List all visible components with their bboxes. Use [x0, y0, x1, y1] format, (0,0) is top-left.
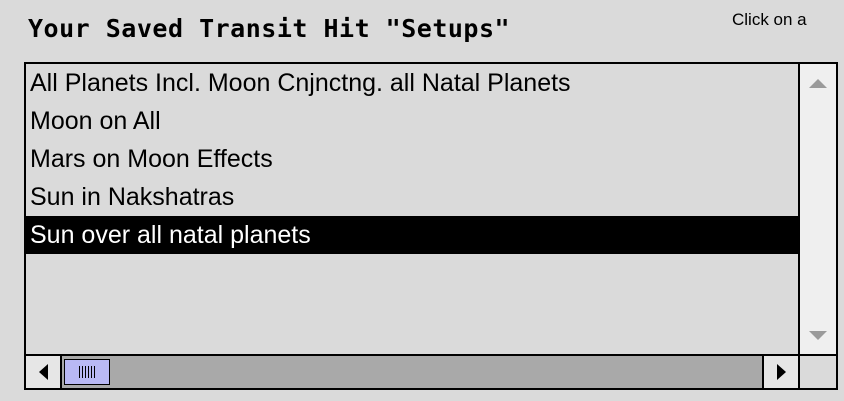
page-title: Your Saved Transit Hit "Setups" [28, 14, 511, 43]
scroll-down-button[interactable] [800, 316, 836, 354]
list-item[interactable]: Moon on All [26, 102, 798, 140]
grip-icon [79, 366, 95, 378]
setups-listbox[interactable]: All Planets Incl. Moon Cnjnctng. all Nat… [24, 62, 838, 390]
list-item[interactable]: Mars on Moon Effects [26, 140, 798, 178]
scroll-up-button[interactable] [800, 64, 836, 102]
list-item-selected[interactable]: Sun over all natal planets [26, 216, 798, 254]
scroll-left-button[interactable] [26, 356, 62, 388]
triangle-left-icon [38, 364, 48, 380]
setups-list[interactable]: All Planets Incl. Moon Cnjnctng. all Nat… [26, 64, 798, 354]
list-item[interactable]: All Planets Incl. Moon Cnjnctng. all Nat… [26, 64, 798, 102]
instruction-text: Click on a [732, 10, 807, 29]
triangle-up-icon [809, 78, 827, 88]
triangle-right-icon [776, 364, 786, 380]
horizontal-scrollbar[interactable] [26, 354, 798, 388]
vertical-scrollbar[interactable] [798, 64, 836, 354]
list-item[interactable]: Sun in Nakshatras [26, 178, 798, 216]
scrollbar-corner [798, 354, 836, 388]
scroll-right-button[interactable] [762, 356, 798, 388]
horizontal-scroll-thumb[interactable] [64, 359, 110, 385]
triangle-down-icon [809, 330, 827, 340]
